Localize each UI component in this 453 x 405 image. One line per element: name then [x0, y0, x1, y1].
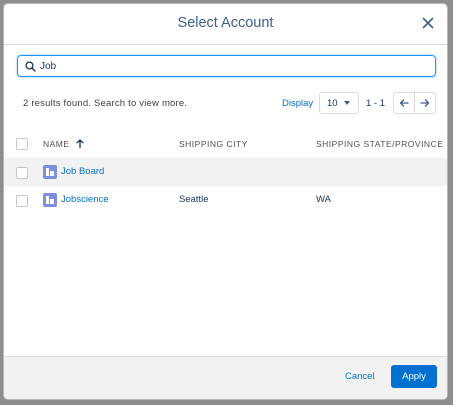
modal-title: Select Account	[177, 15, 274, 31]
select-account-modal: Select Account 2 results found. Search t…	[4, 4, 447, 399]
shipping-city-cell: Seattle	[179, 194, 209, 205]
column-header-shipping-state[interactable]: SHIPPING STATE/PROVINCE	[316, 139, 443, 149]
apply-button[interactable]: Apply	[391, 365, 437, 388]
column-header-shipping-city[interactable]: SHIPPING CITY	[179, 139, 248, 149]
arrow-left-icon	[399, 99, 409, 107]
account-name-link[interactable]: Job Board	[61, 166, 104, 177]
results-toolbar: 2 results found. Search to view more. Di…	[4, 91, 447, 117]
account-name-link[interactable]: Jobscience	[61, 194, 109, 205]
account-icon	[43, 165, 57, 179]
modal-header: Select Account	[4, 4, 447, 45]
next-page-button[interactable]	[414, 92, 436, 114]
page-size-select[interactable]: 10	[319, 92, 359, 114]
page-range: 1 - 1	[366, 98, 386, 109]
shipping-state-cell: WA	[316, 194, 331, 205]
page-size-value: 10	[327, 97, 338, 109]
close-icon	[422, 17, 434, 29]
search-icon	[25, 60, 36, 72]
column-header-name[interactable]: NAME	[43, 139, 85, 149]
cancel-button[interactable]: Cancel	[345, 371, 375, 382]
row-checkbox[interactable]	[16, 195, 28, 207]
search-input[interactable]	[40, 60, 420, 72]
account-icon	[43, 193, 57, 207]
table-row[interactable]: Job Board	[4, 158, 447, 186]
sort-ascending-icon	[76, 139, 85, 149]
row-checkbox[interactable]	[16, 167, 28, 179]
select-all-checkbox[interactable]	[16, 138, 28, 150]
modal-footer: Cancel Apply	[4, 356, 447, 399]
chevron-down-icon	[343, 101, 350, 105]
display-label: Display	[282, 98, 314, 109]
search-box	[17, 55, 436, 77]
table-header: NAME SHIPPING CITY SHIPPING STATE/PROVIN…	[4, 129, 447, 159]
close-button[interactable]	[417, 12, 439, 34]
previous-page-button[interactable]	[393, 92, 415, 114]
arrow-right-icon	[420, 99, 430, 107]
results-count: 2 results found. Search to view more.	[23, 98, 188, 109]
table-row[interactable]: Jobscience Seattle WA	[4, 186, 447, 214]
